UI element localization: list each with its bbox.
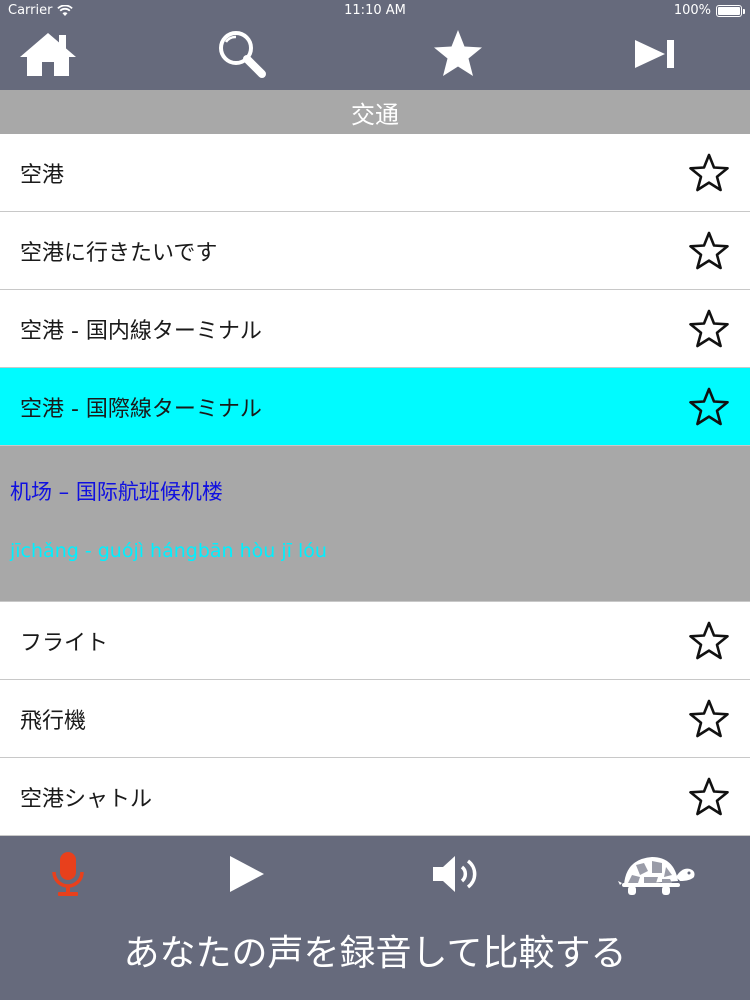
- list-item-label: フライト: [20, 630, 109, 656]
- favorite-star-icon[interactable]: [688, 620, 730, 662]
- home-icon: [20, 33, 76, 76]
- favorite-star-icon[interactable]: [688, 386, 730, 428]
- favorite-star-icon[interactable]: [688, 230, 730, 272]
- status-time: 11:10 AM: [344, 3, 406, 18]
- favorite-star-icon[interactable]: [688, 776, 730, 818]
- battery-info: 100%: [673, 3, 745, 18]
- search-button[interactable]: [210, 26, 274, 82]
- play-icon: [230, 856, 264, 892]
- speaker-icon: [433, 856, 477, 892]
- list-item-label: 空港: [20, 162, 65, 188]
- favorite-star-icon[interactable]: [688, 308, 730, 350]
- list-item-label: 空港シャトル: [20, 786, 153, 812]
- list-item[interactable]: 空港シャトル: [0, 758, 750, 836]
- bottom-toolbar: あなたの声を録音して比較する: [0, 836, 750, 1000]
- list-item[interactable]: 飛行機: [0, 680, 750, 758]
- speaker-button[interactable]: [424, 844, 494, 904]
- list-item-label: 空港 - 国際線ターミナル: [20, 396, 262, 422]
- microphone-icon: [52, 852, 84, 896]
- battery-icon: [716, 4, 745, 17]
- list-item-label: 空港 - 国内線ターミナル: [20, 318, 262, 344]
- section-title: 交通: [351, 100, 399, 129]
- phrase-list: 空港 空港に行きたいです 空港 - 国内線ターミナル 空港 - 国際線ターミナル…: [0, 134, 750, 836]
- battery-percent: 100%: [673, 3, 711, 18]
- list-item[interactable]: 空港: [0, 134, 750, 212]
- record-button[interactable]: [40, 844, 96, 904]
- record-hint-text: あなたの声を録音して比較する: [123, 933, 627, 974]
- turtle-icon: [618, 857, 695, 895]
- home-button[interactable]: [16, 26, 80, 82]
- star-icon: [434, 30, 482, 76]
- list-item[interactable]: 空港に行きたいです: [0, 212, 750, 290]
- favorite-star-icon[interactable]: [688, 152, 730, 194]
- list-item-label: 空港に行きたいです: [20, 240, 218, 266]
- translation-detail: 机场 – 国际航班候机楼 jīchǎng - guójì hángbān hòu…: [0, 446, 750, 602]
- chinese-translation: 机场 – 国际航班候机楼: [10, 480, 223, 504]
- play-button[interactable]: [218, 844, 274, 904]
- list-item[interactable]: 空港 - 国内線ターミナル: [0, 290, 750, 368]
- pinyin-text: jīchǎng - guójì hángbān hòu jī lóu: [10, 540, 327, 562]
- section-header: 交通: [0, 90, 750, 134]
- next-button[interactable]: [624, 26, 688, 82]
- top-toolbar: [0, 22, 750, 90]
- skip-forward-icon: [635, 40, 674, 68]
- favorites-button[interactable]: [426, 26, 490, 82]
- list-item-label: 飛行機: [20, 708, 87, 734]
- list-item-selected[interactable]: 空港 - 国際線ターミナル: [0, 368, 750, 446]
- search-icon: [219, 31, 266, 78]
- list-item[interactable]: フライト: [0, 602, 750, 680]
- slow-speed-button[interactable]: [616, 844, 700, 904]
- status-bar: Carrier 11:10 AM 100%: [0, 0, 750, 22]
- favorite-star-icon[interactable]: [688, 698, 730, 740]
